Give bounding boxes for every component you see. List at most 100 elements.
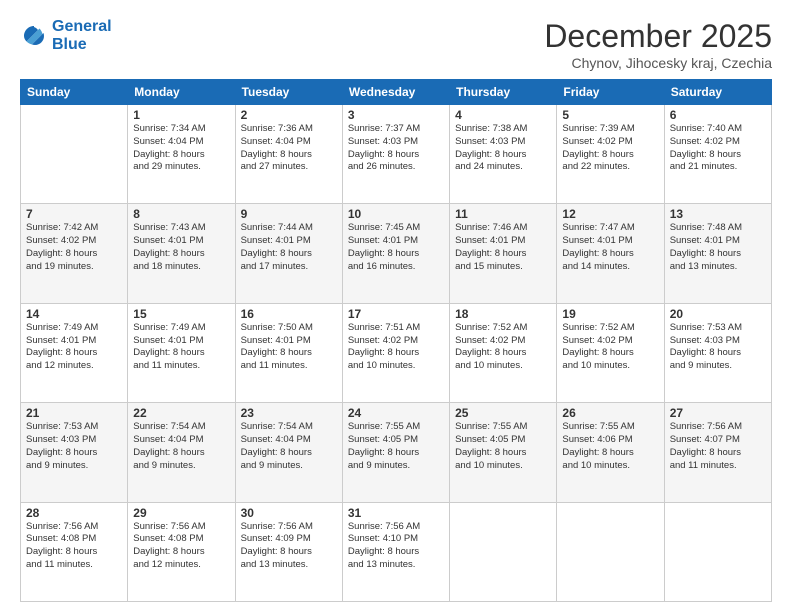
day-info: Sunrise: 7:53 AM Sunset: 4:03 PM Dayligh… bbox=[26, 421, 122, 472]
page-title: December 2025 bbox=[544, 18, 772, 55]
cell-3-2: 23Sunrise: 7:54 AM Sunset: 4:04 PM Dayli… bbox=[235, 403, 342, 502]
day-info: Sunrise: 7:54 AM Sunset: 4:04 PM Dayligh… bbox=[241, 421, 337, 472]
day-number: 29 bbox=[133, 506, 229, 520]
cell-2-6: 20Sunrise: 7:53 AM Sunset: 4:03 PM Dayli… bbox=[664, 303, 771, 402]
cell-4-6 bbox=[664, 502, 771, 601]
day-info: Sunrise: 7:51 AM Sunset: 4:02 PM Dayligh… bbox=[348, 322, 444, 373]
day-number: 11 bbox=[455, 207, 551, 221]
logo: General Blue bbox=[20, 18, 112, 53]
day-info: Sunrise: 7:39 AM Sunset: 4:02 PM Dayligh… bbox=[562, 123, 658, 174]
day-number: 4 bbox=[455, 108, 551, 122]
day-info: Sunrise: 7:38 AM Sunset: 4:03 PM Dayligh… bbox=[455, 123, 551, 174]
day-info: Sunrise: 7:56 AM Sunset: 4:10 PM Dayligh… bbox=[348, 521, 444, 572]
cell-3-5: 26Sunrise: 7:55 AM Sunset: 4:06 PM Dayli… bbox=[557, 403, 664, 502]
col-saturday: Saturday bbox=[664, 80, 771, 105]
cell-1-1: 8Sunrise: 7:43 AM Sunset: 4:01 PM Daylig… bbox=[128, 204, 235, 303]
day-number: 16 bbox=[241, 307, 337, 321]
day-info: Sunrise: 7:53 AM Sunset: 4:03 PM Dayligh… bbox=[670, 322, 766, 373]
day-info: Sunrise: 7:49 AM Sunset: 4:01 PM Dayligh… bbox=[26, 322, 122, 373]
cell-2-0: 14Sunrise: 7:49 AM Sunset: 4:01 PM Dayli… bbox=[21, 303, 128, 402]
day-number: 18 bbox=[455, 307, 551, 321]
header: General Blue December 2025 Chynov, Jihoc… bbox=[20, 18, 772, 71]
header-row: Sunday Monday Tuesday Wednesday Thursday… bbox=[21, 80, 772, 105]
cell-4-3: 31Sunrise: 7:56 AM Sunset: 4:10 PM Dayli… bbox=[342, 502, 449, 601]
col-monday: Monday bbox=[128, 80, 235, 105]
day-number: 22 bbox=[133, 406, 229, 420]
day-info: Sunrise: 7:56 AM Sunset: 4:07 PM Dayligh… bbox=[670, 421, 766, 472]
day-number: 3 bbox=[348, 108, 444, 122]
cell-2-3: 17Sunrise: 7:51 AM Sunset: 4:02 PM Dayli… bbox=[342, 303, 449, 402]
day-number: 21 bbox=[26, 406, 122, 420]
day-info: Sunrise: 7:45 AM Sunset: 4:01 PM Dayligh… bbox=[348, 222, 444, 273]
day-number: 13 bbox=[670, 207, 766, 221]
day-info: Sunrise: 7:47 AM Sunset: 4:01 PM Dayligh… bbox=[562, 222, 658, 273]
day-info: Sunrise: 7:56 AM Sunset: 4:09 PM Dayligh… bbox=[241, 521, 337, 572]
cell-0-5: 5Sunrise: 7:39 AM Sunset: 4:02 PM Daylig… bbox=[557, 105, 664, 204]
week-row-5: 28Sunrise: 7:56 AM Sunset: 4:08 PM Dayli… bbox=[21, 502, 772, 601]
cell-2-2: 16Sunrise: 7:50 AM Sunset: 4:01 PM Dayli… bbox=[235, 303, 342, 402]
logo-icon bbox=[20, 22, 48, 50]
cell-1-2: 9Sunrise: 7:44 AM Sunset: 4:01 PM Daylig… bbox=[235, 204, 342, 303]
day-number: 25 bbox=[455, 406, 551, 420]
day-info: Sunrise: 7:42 AM Sunset: 4:02 PM Dayligh… bbox=[26, 222, 122, 273]
day-info: Sunrise: 7:55 AM Sunset: 4:06 PM Dayligh… bbox=[562, 421, 658, 472]
day-number: 6 bbox=[670, 108, 766, 122]
day-info: Sunrise: 7:44 AM Sunset: 4:01 PM Dayligh… bbox=[241, 222, 337, 273]
day-number: 8 bbox=[133, 207, 229, 221]
day-number: 26 bbox=[562, 406, 658, 420]
day-number: 27 bbox=[670, 406, 766, 420]
cell-3-6: 27Sunrise: 7:56 AM Sunset: 4:07 PM Dayli… bbox=[664, 403, 771, 502]
cell-4-4 bbox=[450, 502, 557, 601]
day-info: Sunrise: 7:52 AM Sunset: 4:02 PM Dayligh… bbox=[562, 322, 658, 373]
cell-0-3: 3Sunrise: 7:37 AM Sunset: 4:03 PM Daylig… bbox=[342, 105, 449, 204]
day-info: Sunrise: 7:48 AM Sunset: 4:01 PM Dayligh… bbox=[670, 222, 766, 273]
cell-3-1: 22Sunrise: 7:54 AM Sunset: 4:04 PM Dayli… bbox=[128, 403, 235, 502]
col-tuesday: Tuesday bbox=[235, 80, 342, 105]
day-number: 1 bbox=[133, 108, 229, 122]
day-number: 31 bbox=[348, 506, 444, 520]
cell-4-5 bbox=[557, 502, 664, 601]
day-number: 12 bbox=[562, 207, 658, 221]
col-thursday: Thursday bbox=[450, 80, 557, 105]
logo-general: General bbox=[52, 18, 112, 35]
day-number: 19 bbox=[562, 307, 658, 321]
day-number: 14 bbox=[26, 307, 122, 321]
week-row-3: 14Sunrise: 7:49 AM Sunset: 4:01 PM Dayli… bbox=[21, 303, 772, 402]
col-wednesday: Wednesday bbox=[342, 80, 449, 105]
cell-0-0 bbox=[21, 105, 128, 204]
day-number: 17 bbox=[348, 307, 444, 321]
day-number: 5 bbox=[562, 108, 658, 122]
day-info: Sunrise: 7:37 AM Sunset: 4:03 PM Dayligh… bbox=[348, 123, 444, 174]
day-info: Sunrise: 7:52 AM Sunset: 4:02 PM Dayligh… bbox=[455, 322, 551, 373]
calendar-table: Sunday Monday Tuesday Wednesday Thursday… bbox=[20, 79, 772, 602]
cell-3-0: 21Sunrise: 7:53 AM Sunset: 4:03 PM Dayli… bbox=[21, 403, 128, 502]
week-row-4: 21Sunrise: 7:53 AM Sunset: 4:03 PM Dayli… bbox=[21, 403, 772, 502]
day-number: 30 bbox=[241, 506, 337, 520]
day-info: Sunrise: 7:36 AM Sunset: 4:04 PM Dayligh… bbox=[241, 123, 337, 174]
cell-1-0: 7Sunrise: 7:42 AM Sunset: 4:02 PM Daylig… bbox=[21, 204, 128, 303]
day-number: 20 bbox=[670, 307, 766, 321]
day-info: Sunrise: 7:34 AM Sunset: 4:04 PM Dayligh… bbox=[133, 123, 229, 174]
day-info: Sunrise: 7:56 AM Sunset: 4:08 PM Dayligh… bbox=[26, 521, 122, 572]
cell-1-3: 10Sunrise: 7:45 AM Sunset: 4:01 PM Dayli… bbox=[342, 204, 449, 303]
cell-2-5: 19Sunrise: 7:52 AM Sunset: 4:02 PM Dayli… bbox=[557, 303, 664, 402]
day-info: Sunrise: 7:49 AM Sunset: 4:01 PM Dayligh… bbox=[133, 322, 229, 373]
day-number: 9 bbox=[241, 207, 337, 221]
day-number: 24 bbox=[348, 406, 444, 420]
cell-1-6: 13Sunrise: 7:48 AM Sunset: 4:01 PM Dayli… bbox=[664, 204, 771, 303]
day-number: 10 bbox=[348, 207, 444, 221]
week-row-1: 1Sunrise: 7:34 AM Sunset: 4:04 PM Daylig… bbox=[21, 105, 772, 204]
page: General Blue December 2025 Chynov, Jihoc… bbox=[0, 0, 792, 612]
day-info: Sunrise: 7:55 AM Sunset: 4:05 PM Dayligh… bbox=[348, 421, 444, 472]
col-friday: Friday bbox=[557, 80, 664, 105]
day-number: 23 bbox=[241, 406, 337, 420]
day-info: Sunrise: 7:54 AM Sunset: 4:04 PM Dayligh… bbox=[133, 421, 229, 472]
logo-blue: Blue bbox=[52, 36, 112, 54]
cell-2-4: 18Sunrise: 7:52 AM Sunset: 4:02 PM Dayli… bbox=[450, 303, 557, 402]
cell-4-1: 29Sunrise: 7:56 AM Sunset: 4:08 PM Dayli… bbox=[128, 502, 235, 601]
week-row-2: 7Sunrise: 7:42 AM Sunset: 4:02 PM Daylig… bbox=[21, 204, 772, 303]
title-block: December 2025 Chynov, Jihocesky kraj, Cz… bbox=[544, 18, 772, 71]
cell-3-4: 25Sunrise: 7:55 AM Sunset: 4:05 PM Dayli… bbox=[450, 403, 557, 502]
day-info: Sunrise: 7:43 AM Sunset: 4:01 PM Dayligh… bbox=[133, 222, 229, 273]
day-info: Sunrise: 7:55 AM Sunset: 4:05 PM Dayligh… bbox=[455, 421, 551, 472]
